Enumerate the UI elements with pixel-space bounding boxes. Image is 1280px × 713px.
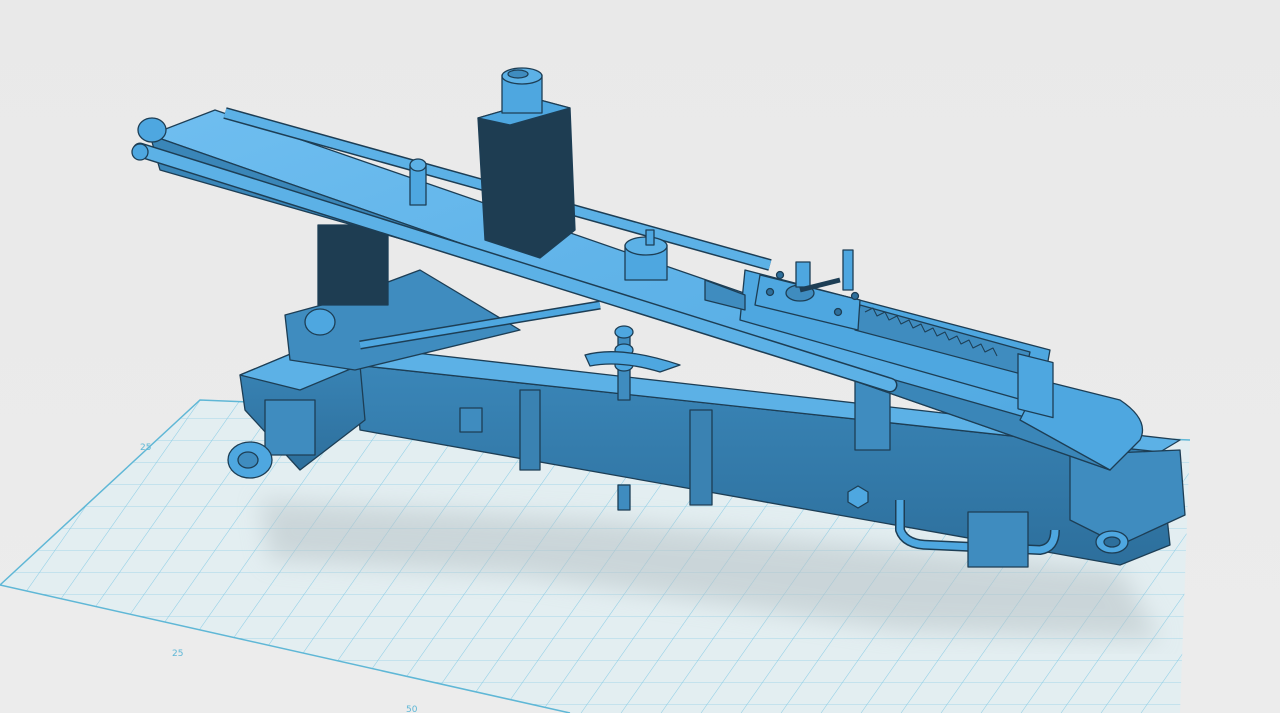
scene[interactable]: 25 25 50 bbox=[0, 0, 1280, 713]
cradle-knob bbox=[409, 158, 427, 206]
muzzle bbox=[137, 117, 167, 143]
trail-joint-1 bbox=[519, 389, 541, 471]
grid-label-left: 25 bbox=[140, 443, 151, 453]
grid-label-bottom: 50 bbox=[406, 705, 418, 713]
3d-viewport[interactable]: 25 25 50 bbox=[0, 0, 1280, 713]
axle-stub bbox=[264, 399, 316, 456]
pivot-pin bbox=[304, 308, 336, 336]
handle-bracket bbox=[967, 511, 1029, 568]
sight-block bbox=[477, 67, 576, 259]
trail-bracket bbox=[459, 407, 483, 433]
trail-joint-2 bbox=[689, 409, 713, 506]
grid-label-bottom-left: 25 bbox=[172, 649, 183, 659]
front-post bbox=[317, 224, 389, 306]
